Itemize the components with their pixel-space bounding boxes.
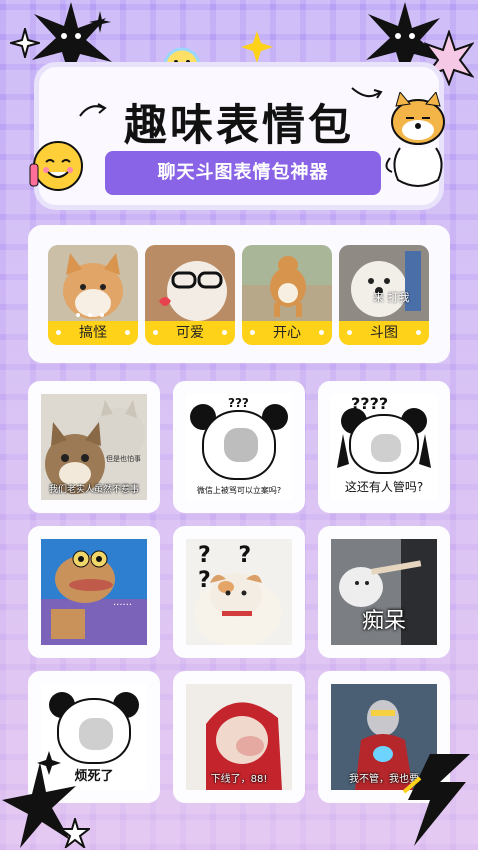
meme-card[interactable]: ???? 这还有人管吗? — [318, 381, 450, 513]
meme-caption: 微信上被骂可以立案吗? — [196, 486, 282, 495]
category-label: 斗图 — [339, 321, 429, 345]
star-outline-icon — [60, 818, 90, 848]
meme-image: 痴呆 — [331, 539, 437, 645]
category-funny[interactable]: 搞怪 — [48, 245, 138, 345]
meme-image: ???? 这还有人管吗? — [331, 394, 437, 500]
meme-caption: ...... — [113, 597, 133, 608]
meme-card[interactable]: 痴呆 — [318, 526, 450, 658]
meme-image: ...... — [41, 539, 147, 645]
sparkle-icon — [37, 751, 61, 775]
category-fight[interactable]: 来 打我 斗图 — [339, 245, 429, 345]
category-photo — [145, 245, 235, 321]
meme-card[interactable]: ? ? ? — [173, 526, 305, 658]
subtitle-banner: 聊天斗图表情包神器 — [105, 151, 381, 195]
category-label: 可爱 — [145, 321, 235, 345]
emoji-sticker-icon — [29, 141, 83, 191]
category-panel: 搞怪 可爱 开心 来 打我 斗图 — [28, 225, 450, 363]
meme-caption: 我们老实人虽然不惹事 — [48, 485, 139, 495]
meme-card[interactable]: 但是也怕事 我们老实人虽然不惹事 — [28, 381, 160, 513]
question-marks: ??? — [228, 396, 249, 410]
lightning-sticker-icon — [402, 754, 470, 846]
category-photo — [48, 245, 138, 321]
meme-card[interactable]: ...... — [28, 526, 160, 658]
category-photo — [242, 245, 332, 321]
meme-caption: 下线了，88! — [210, 774, 268, 785]
question-marks: ???? — [351, 394, 389, 413]
question-marks: ? ? ? — [198, 543, 262, 593]
meme-image: 下线了，88! — [186, 684, 292, 790]
category-photo-caption: 来 打我 — [373, 291, 410, 304]
arrow-doodle-icon — [351, 87, 383, 99]
category-happy[interactable]: 开心 — [242, 245, 332, 345]
category-cute[interactable]: 可爱 — [145, 245, 235, 345]
meme-image: 但是也怕事 我们老实人虽然不惹事 — [41, 394, 147, 500]
arrow-doodle-icon — [79, 103, 107, 117]
meme-caption: 痴呆 — [361, 609, 406, 634]
sparkle-icon — [241, 31, 273, 63]
meme-caption: 这还有人管吗? — [344, 480, 424, 494]
meme-image: ? ? ? — [186, 539, 292, 645]
doge-sticker-icon — [385, 92, 445, 187]
meme-image: ??? 微信上被骂可以立案吗? — [186, 394, 292, 500]
category-photo: 来 打我 — [339, 245, 429, 321]
sparkle-icon — [10, 28, 40, 58]
meme-card[interactable]: ??? 微信上被骂可以立案吗? — [173, 381, 305, 513]
category-label: 搞怪 — [48, 321, 138, 345]
meme-secondary-caption: 但是也怕事 — [106, 455, 141, 463]
meme-card[interactable]: 下线了，88! — [173, 671, 305, 803]
sparkle-icon — [89, 11, 111, 33]
category-label: 开心 — [242, 321, 332, 345]
